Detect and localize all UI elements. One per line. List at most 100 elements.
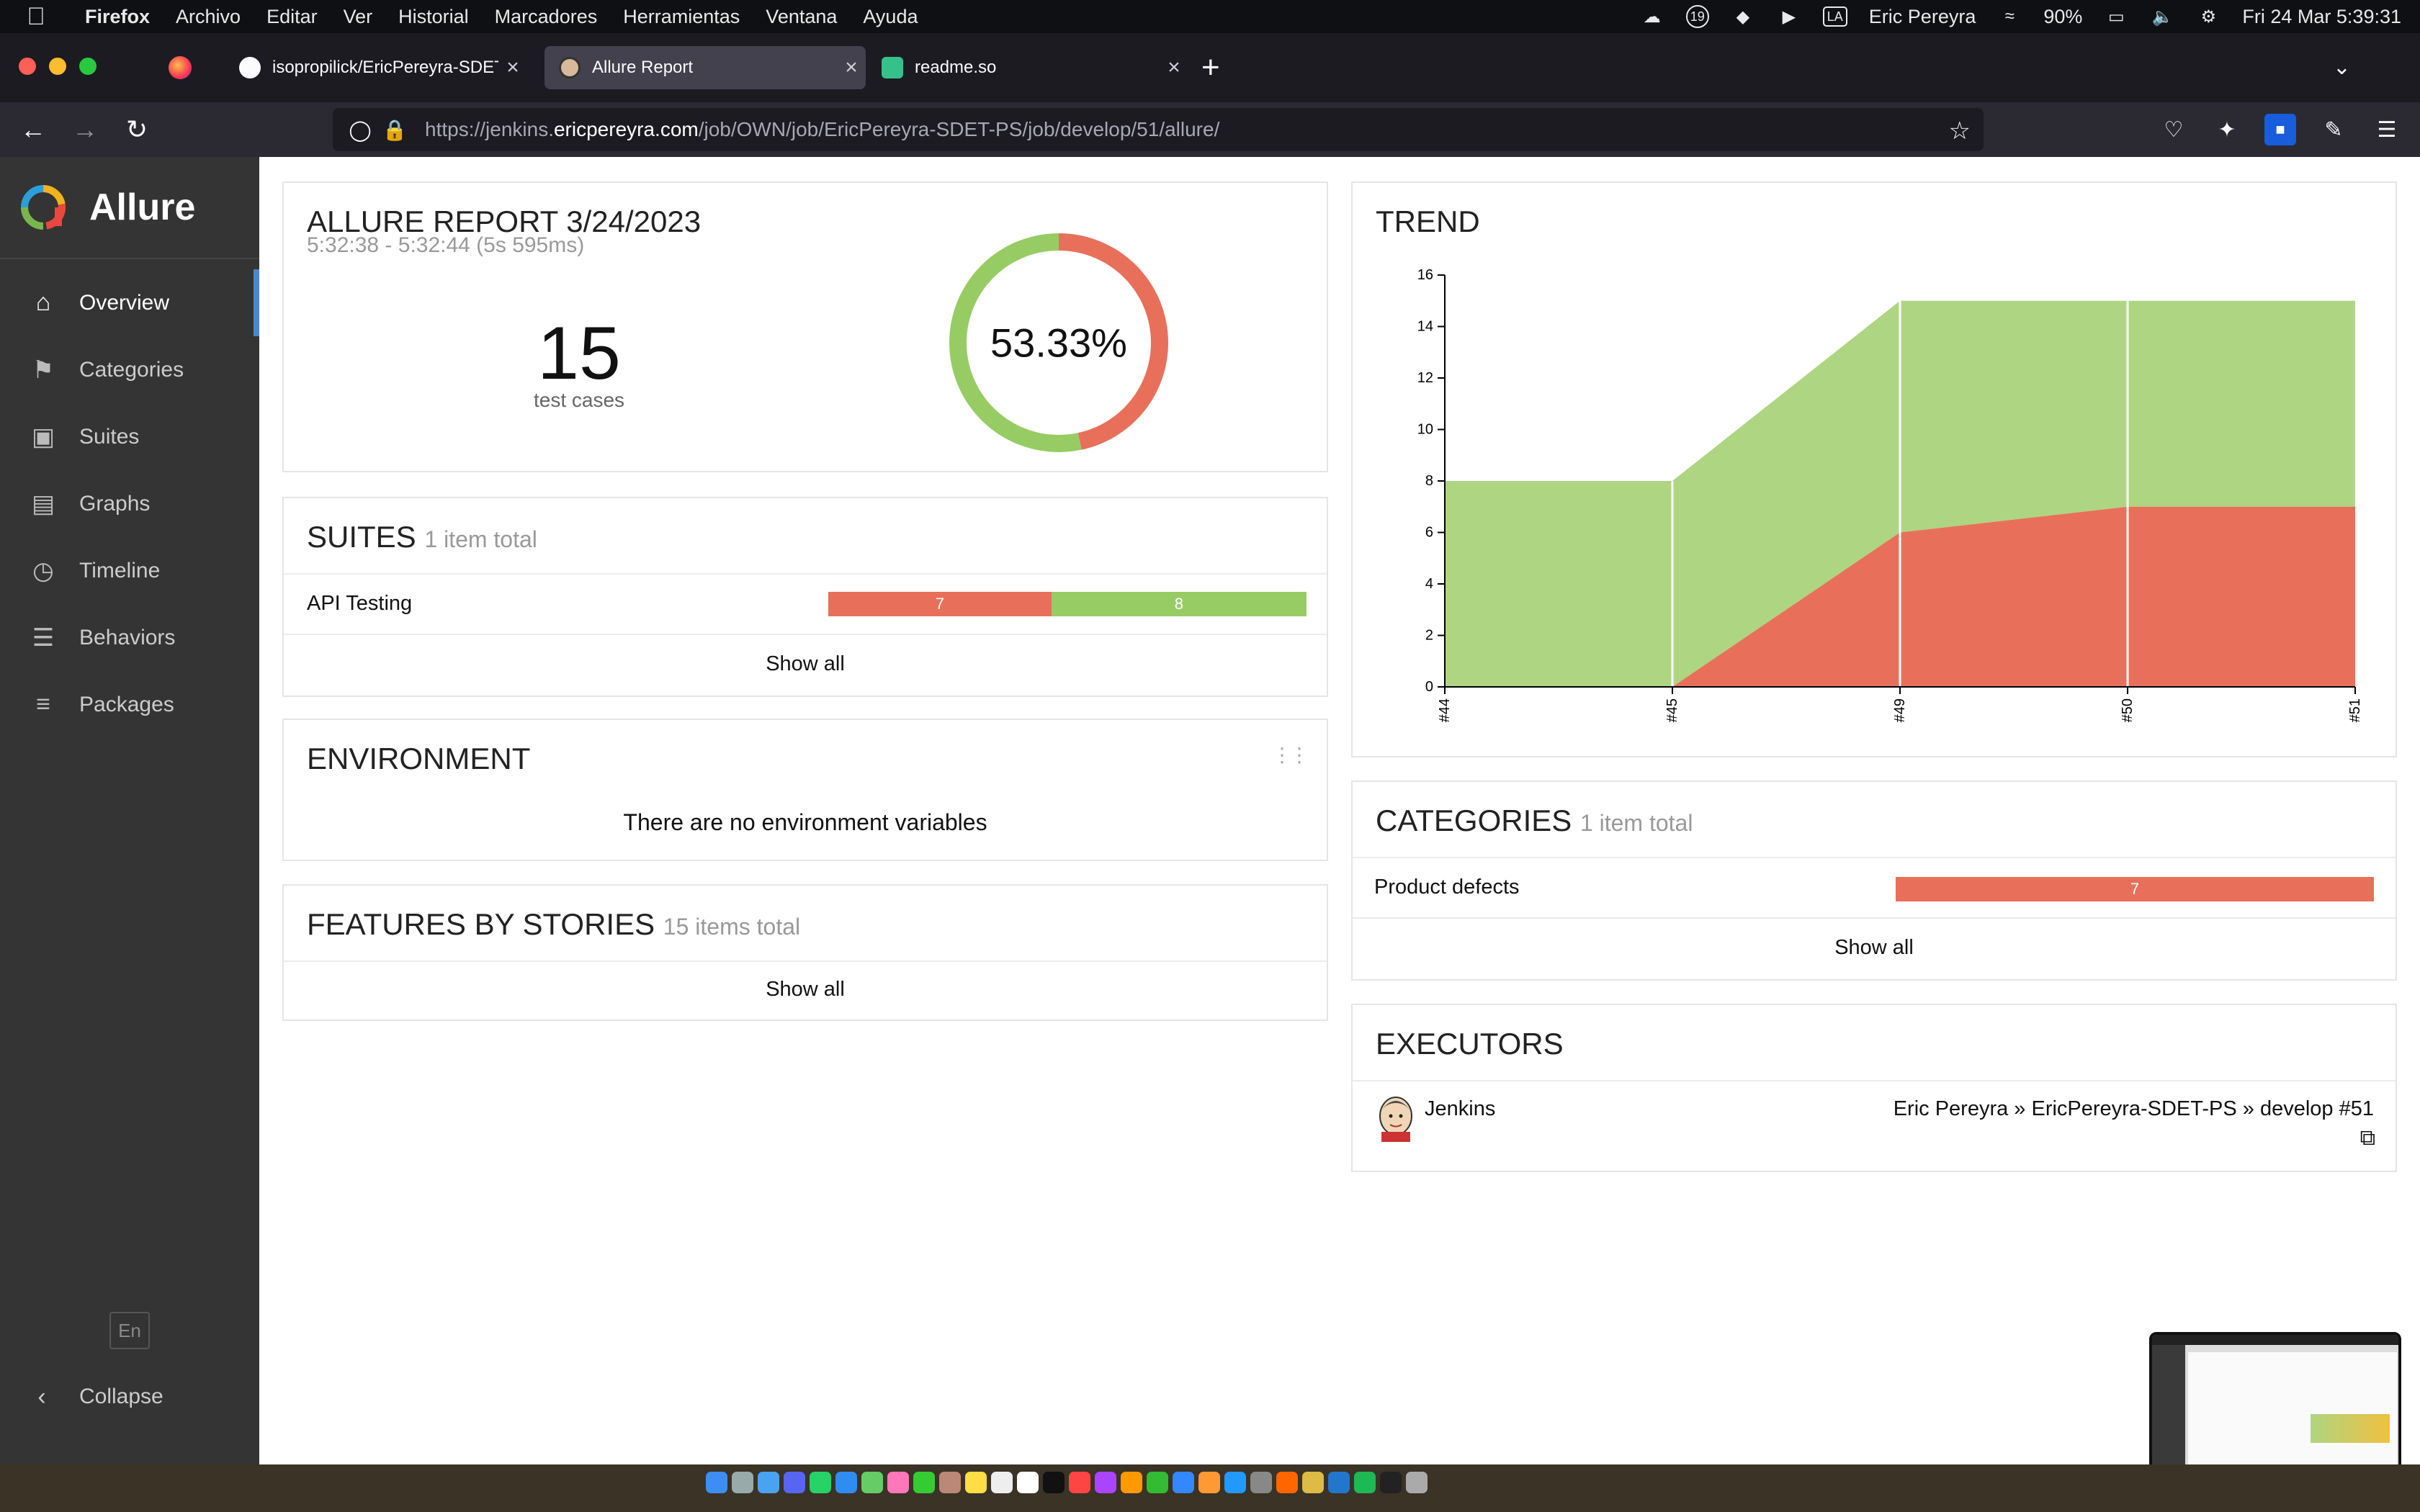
url-bar[interactable]: ◯ 🔒 https://jenkins.ericpereyra.com/job/… [333,108,1984,151]
sidebar-item-categories[interactable]: ⚑ Categories [0,336,259,403]
menu-editar[interactable]: Editar [254,6,331,28]
numbers-icon[interactable] [1147,1472,1168,1493]
category-bar-segment-product-defects[interactable]: 7 [1896,877,2374,901]
maps-icon[interactable] [861,1472,883,1493]
keynote-icon[interactable] [1173,1472,1194,1493]
menu-historial[interactable]: Historial [385,6,482,28]
sidebar-item-timeline[interactable]: ◷ Timeline [0,537,259,604]
language-switch-button[interactable]: En [109,1312,150,1349]
whatsapp-icon[interactable] [810,1472,831,1493]
menu-ver[interactable]: Ver [331,6,386,28]
sidebar-item-label: Overview [79,290,170,315]
close-icon[interactable]: × [1160,55,1188,80]
spotify-icon[interactable] [1354,1472,1376,1493]
category-row[interactable]: Product defects 7 [1353,858,2396,917]
trash-icon[interactable] [1406,1472,1428,1493]
zoom-window-button[interactable] [79,58,97,75]
collapse-sidebar-button[interactable]: ‹ Collapse [0,1371,259,1423]
safari-icon[interactable] [758,1472,779,1493]
books-icon[interactable] [1121,1472,1142,1493]
terminal-icon[interactable] [1380,1472,1402,1493]
firefox-view-icon[interactable] [169,56,192,79]
shield-status-icon[interactable]: ◆ [1731,7,1755,27]
calendar-icon[interactable] [1017,1472,1039,1493]
settings-icon[interactable] [1250,1472,1272,1493]
mail-icon[interactable] [835,1472,857,1493]
clock-datetime[interactable]: Fri 24 Mar 5:39:31 [2242,6,2401,28]
pass-rate-donut[interactable]: 53.33% [936,220,1181,465]
photos-icon[interactable] [887,1472,909,1493]
menu-app-name[interactable]: Firefox [72,6,163,28]
allure-logo[interactable]: Allure [0,157,259,259]
facetime-icon[interactable] [913,1472,935,1493]
sidebar-item-packages[interactable]: ≡ Packages [0,671,259,738]
apple-menu-icon[interactable]:  [0,3,72,31]
drag-handle-icon[interactable]: ⋮⋮ [1272,743,1309,767]
hamburger-menu-icon[interactable]: ☰ [2371,114,2403,145]
lock-icon[interactable]: 🔒 [379,118,411,142]
menu-ayuda[interactable]: Ayuda [850,6,931,28]
chrome-icon[interactable] [1302,1472,1324,1493]
category-status-bar[interactable]: 7 [1896,877,2374,901]
close-window-button[interactable] [19,58,36,75]
suite-status-bar[interactable]: 78 [828,592,1307,616]
sidebar-item-graphs[interactable]: ▤ Graphs [0,470,259,537]
sidebar-item-suites[interactable]: ▣ Suites [0,403,259,470]
finder-icon[interactable] [706,1472,727,1493]
control-center-icon[interactable]: ⚙ [2196,7,2220,27]
volume-icon[interactable]: 🔈 [2150,7,2174,27]
trend-chart[interactable]: 0 2 4 6 8 10 12 14 16 #44 #45 #49 #50 #51 [1374,262,2383,752]
battery-icon[interactable]: ▭ [2104,7,2128,27]
podcasts-icon[interactable] [1095,1472,1116,1493]
notes-icon[interactable] [965,1472,987,1493]
extension-hummingbird-icon[interactable]: ✦ [2211,114,2243,145]
minimize-window-button[interactable] [49,58,66,75]
menu-archivo[interactable]: Archivo [163,6,254,28]
list-all-tabs-chevron-icon[interactable]: ⌄ [2333,55,2351,80]
input-source-indicator[interactable]: LA [1822,6,1847,27]
new-tab-button[interactable]: + [1201,52,1220,84]
features-show-all-link[interactable]: Show all [284,978,1327,1002]
menu-herramientas[interactable]: Herramientas [610,6,753,28]
suites-show-all-link[interactable]: Show all [284,652,1327,676]
discord-icon[interactable] [784,1472,805,1493]
appstore-icon[interactable] [1224,1472,1246,1493]
extension-bitwarden-icon[interactable]: ■ [2264,114,2296,145]
suite-bar-segment-failed[interactable]: 7 [828,592,1052,616]
external-link-icon[interactable]: ⧉ [2360,1126,2375,1151]
menu-marcadores[interactable]: Marcadores [482,6,611,28]
tab-allure-report[interactable]: Allure Report × [544,46,866,89]
categories-show-all-link[interactable]: Show all [1353,936,2396,960]
vscode-icon[interactable] [1328,1472,1350,1493]
firefox-dock-icon[interactable] [1276,1472,1298,1493]
tv-icon[interactable] [1043,1472,1065,1493]
sidebar-item-behaviors[interactable]: ☰ Behaviors [0,604,259,671]
notification-badge-icon[interactable]: 19 [1685,5,1709,28]
tracking-shield-icon[interactable]: ◯ [344,118,376,142]
sidebar-item-overview[interactable]: ⌂ Overview [0,269,259,336]
music-icon[interactable] [1069,1472,1090,1493]
tab-readme[interactable]: readme.so × [867,46,1188,89]
contacts-icon[interactable] [939,1472,961,1493]
suite-row[interactable]: API Testing 78 [284,575,1327,634]
cloud-sync-icon[interactable]: ☁ [1640,7,1664,27]
pocket-icon[interactable]: ♡ [2158,114,2190,145]
close-icon[interactable]: × [498,55,527,80]
suite-bar-segment-passed[interactable]: 8 [1051,592,1307,616]
play-icon[interactable]: ▶ [1777,7,1801,27]
pages-icon[interactable] [1198,1472,1220,1493]
extensions-puzzle-icon[interactable]: ✎ [2318,114,2349,145]
launchpad-icon[interactable] [732,1472,753,1493]
back-arrow-icon[interactable]: ← [16,112,50,147]
executor-build-link[interactable]: Eric Pereyra » EricPereyra-SDET-PS » dev… [1894,1097,2374,1121]
menu-ventana[interactable]: Ventana [753,6,850,28]
reminders-icon[interactable] [991,1472,1013,1493]
url-text[interactable]: https://jenkins.ericpereyra.com/job/OWN/… [425,118,1219,141]
bookmark-star-icon[interactable]: ☆ [1949,117,1971,145]
close-icon[interactable]: × [837,55,866,80]
reload-icon[interactable]: ↻ [120,112,154,147]
wifi-icon[interactable]: ≈ [1997,6,2022,26]
user-name[interactable]: Eric Pereyra [1869,6,1976,28]
tab-github[interactable]: isopropilick/EricPereyra-SDET-PS × [225,46,527,89]
forward-arrow-icon[interactable]: → [68,112,102,147]
